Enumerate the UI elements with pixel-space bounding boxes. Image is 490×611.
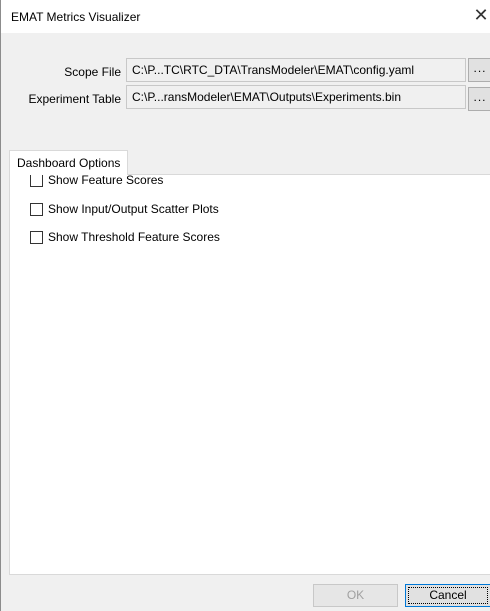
window-title: EMAT Metrics Visualizer: [11, 10, 141, 24]
show-threshold-feature-scores-checkbox[interactable]: [30, 230, 43, 244]
ok-button[interactable]: OK: [313, 584, 398, 607]
dialog-window: EMAT Metrics Visualizer ✕ Scope File C:\…: [0, 0, 490, 611]
tab-label: Dashboard Options: [17, 156, 121, 170]
show-feature-scores-checkbox[interactable]: [30, 173, 43, 187]
show-scatter-plots-checkbox[interactable]: [30, 202, 43, 216]
show-feature-scores-label: Show Feature Scores: [48, 173, 164, 187]
show-threshold-feature-scores-option[interactable]: Show Threshold Feature Scores: [30, 229, 220, 245]
tab-dashboard-options[interactable]: Dashboard Options: [9, 150, 129, 175]
scope-file-browse-button[interactable]: ...: [468, 58, 490, 82]
close-icon[interactable]: ✕: [471, 5, 490, 27]
experiment-table-field[interactable]: C:\P...ransModeler\EMAT\Outputs\Experime…: [126, 85, 466, 109]
experiment-table-label: Experiment Table: [28, 92, 122, 106]
cancel-button[interactable]: Cancel: [405, 584, 490, 607]
scope-file-field[interactable]: C:\P...TC\RTC_DTA\TransModeler\EMAT\conf…: [126, 58, 466, 82]
show-scatter-plots-option[interactable]: Show Input/Output Scatter Plots: [30, 201, 219, 217]
show-scatter-plots-label: Show Input/Output Scatter Plots: [48, 202, 219, 216]
focus-rectangle: [408, 587, 488, 604]
title-bar[interactable]: EMAT Metrics Visualizer ✕: [1, 0, 490, 33]
experiment-table-browse-button[interactable]: ...: [468, 87, 490, 111]
scope-file-label: Scope File: [64, 65, 121, 79]
show-threshold-feature-scores-label: Show Threshold Feature Scores: [48, 230, 220, 244]
